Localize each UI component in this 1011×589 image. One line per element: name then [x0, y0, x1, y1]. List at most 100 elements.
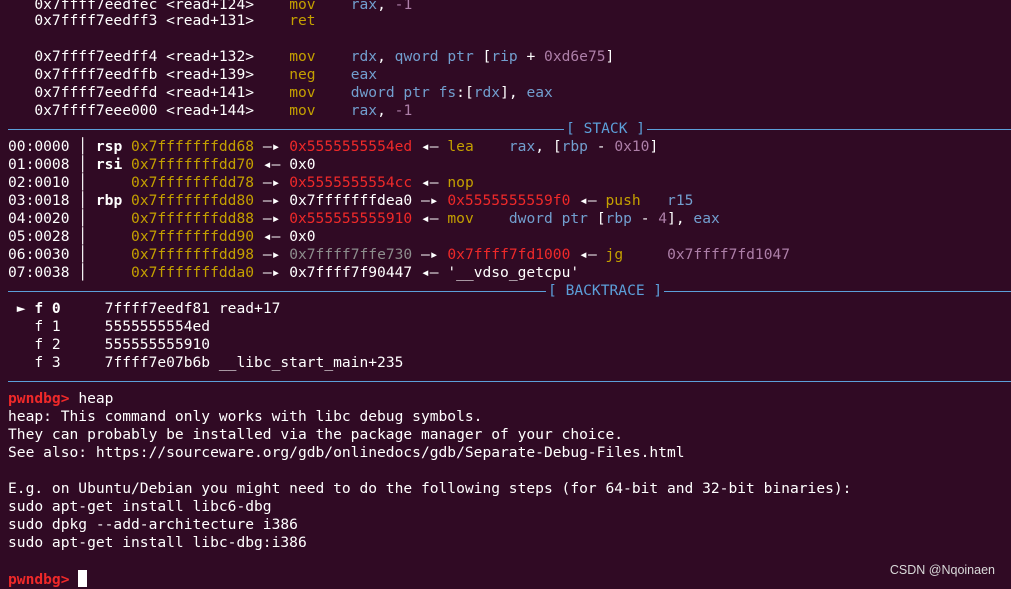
- stack-register: rsp: [95, 138, 132, 155]
- stack-register: [96, 264, 131, 281]
- disasm-mnemonic: mov: [289, 48, 316, 65]
- operand-token: ,: [377, 0, 395, 13]
- output-line: sudo apt-get install libc6-dbg: [8, 498, 272, 515]
- backtrace-frame: f 1 5555555554ed: [8, 318, 210, 336]
- operand-token: rax: [350, 0, 378, 13]
- disasm-symbol: <read+141>: [166, 84, 255, 101]
- disasm-symbol: <read+131>: [166, 12, 255, 29]
- stack-row: 03:0018 │ rbp 0x7fffffffdd80 —▸ 0x7fffff…: [8, 192, 694, 209]
- disasm-mnemonic: ret: [289, 12, 316, 29]
- operand-token: eax: [350, 66, 378, 83]
- stack-token: -: [631, 210, 659, 227]
- stack-token: rbp: [605, 210, 632, 227]
- context-end-separator: [8, 372, 1011, 390]
- disasm-line: 0x7ffff7eee000 <read+144> mov rax, -1: [8, 102, 412, 120]
- stack-value: 0x7fffffffdd78 —▸ 0x5555555554cc ◂— nop: [131, 174, 474, 191]
- input-line[interactable]: pwndbg>: [8, 570, 88, 588]
- stack-index: 07:0038: [8, 264, 70, 281]
- stack-token: 0x7fffffffdd88: [131, 210, 255, 227]
- pwndbg-prompt: pwndbg>: [8, 390, 70, 407]
- stack-token: —▸: [254, 174, 290, 191]
- disasm-address: 0x7ffff7eee000: [34, 102, 158, 119]
- stack-row: 07:0038 │ 0x7fffffffdda0 —▸ 0x7ffff7f904…: [8, 264, 580, 281]
- operand-token: rdx: [473, 84, 501, 101]
- stack-section-title: [ STACK ]: [564, 120, 648, 138]
- operand-token: eax: [526, 84, 553, 101]
- watermark: CSDN @Nqoinaen: [889, 563, 995, 577]
- stack-index: 06:0030: [8, 246, 70, 263]
- stack-token: ◂—: [570, 192, 606, 209]
- frame-symbol: read+17: [218, 300, 281, 317]
- stack-index: 02:0010: [8, 174, 70, 191]
- stack-token: nop: [447, 174, 474, 191]
- entered-command: heap: [78, 390, 114, 407]
- stack-value: 0x7fffffffdda0 —▸ 0x7ffff7f90447 ◂— '__v…: [131, 264, 579, 281]
- frame-number: f 0: [34, 300, 61, 317]
- disasm-operands: dword ptr fs:[rdx], eax: [351, 84, 553, 101]
- stack-index: 03:0018: [8, 192, 70, 209]
- operand-token: ]: [605, 48, 615, 65]
- stack-index: 05:0028: [8, 228, 70, 245]
- backtrace-frame: f 2 555555555910: [8, 336, 210, 354]
- stack-token: 0x7fffffffdda0: [131, 264, 255, 281]
- disasm-address: 0x7ffff7eedff4: [34, 48, 158, 65]
- disasm-symbol: <read+139>: [166, 66, 255, 83]
- stack-value: 0x7fffffffdd68 —▸ 0x5555555554ed ◂— lea …: [131, 138, 658, 155]
- output-line: See also: https://sourceware.org/gdb/onl…: [8, 444, 685, 461]
- backtrace-separator: [ BACKTRACE ]: [8, 282, 1011, 300]
- output-line: E.g. on Ubuntu/Debian you might need to …: [8, 480, 852, 497]
- command-line: pwndbg> heap: [8, 390, 113, 408]
- disasm-mnemonic: mov: [289, 102, 316, 119]
- stack-index: 01:0008: [8, 156, 70, 173]
- pwndbg-prompt: pwndbg>: [8, 571, 70, 588]
- stack-token: [: [587, 210, 606, 227]
- terminal-window[interactable]: 0x7ffff7eedfec <read+124> mov rax, -1 0x…: [0, 0, 1011, 589]
- stack-token: 0x7fffffffdd98: [131, 246, 255, 263]
- output-line: sudo dpkg --add-architecture i386: [8, 516, 298, 533]
- stack-register: [96, 174, 131, 191]
- backtrace-frame: f 3 7ffff7e07b6b __libc_start_main+235: [8, 354, 403, 372]
- stack-token: 0x7ffff7fd1047: [667, 246, 791, 263]
- stack-token: 0x7fffffffdd80: [131, 192, 255, 209]
- stack-token: lea: [447, 138, 474, 155]
- stack-token: rbp: [561, 138, 588, 155]
- stack-token: [623, 246, 667, 263]
- stack-token: 0x7fffffffdd90: [131, 228, 255, 245]
- text-cursor[interactable]: [78, 570, 88, 587]
- stack-value: 0x7fffffffdd80 —▸ 0x7fffffffdea0 —▸ 0x55…: [131, 192, 693, 209]
- stack-token: -: [587, 138, 615, 155]
- stack-token: 0x5555555559f0: [447, 192, 571, 209]
- stack-register: [96, 228, 131, 245]
- disasm-symbol: <read+132>: [166, 48, 255, 65]
- frame-symbol: __libc_start_main+235: [218, 354, 404, 371]
- disasm-operands: rax, -1: [351, 102, 413, 119]
- operand-token: -1: [394, 102, 413, 119]
- disasm-line: 0x7ffff7eedff4 <read+132> mov rdx, qword…: [8, 48, 614, 66]
- backtrace-section-title: [ BACKTRACE ]: [546, 282, 665, 300]
- frame-number: f 2: [34, 336, 61, 353]
- current-frame-marker-icon: ►: [8, 300, 35, 317]
- disasm-address: 0x7ffff7eedff3: [34, 12, 158, 29]
- operand-token: rdx: [350, 48, 378, 65]
- operand-token: 0xd6e75: [544, 48, 606, 65]
- backtrace-frame: ► f 0 7ffff7eedf81 read+17: [8, 300, 281, 318]
- stack-token: 0x555555555910: [289, 210, 413, 227]
- stack-token: —▸: [254, 138, 290, 155]
- stack-token: 0x7fffffffdd70: [131, 156, 255, 173]
- operand-token: ,: [377, 48, 395, 65]
- frame-address: 5555555554ed: [104, 318, 211, 335]
- stack-token: ◂— 0x0: [254, 156, 316, 173]
- stack-index: 00:0000: [8, 138, 70, 155]
- output-line: sudo apt-get install libc-dbg:i386: [8, 534, 307, 551]
- operand-token: ,: [377, 102, 395, 119]
- stack-token: push: [605, 192, 641, 209]
- stack-token: dword ptr: [508, 210, 588, 227]
- stack-token: [474, 210, 509, 227]
- stack-token: rax: [508, 138, 536, 155]
- frame-number: f 3: [34, 354, 61, 371]
- stack-register: rbp: [95, 192, 132, 209]
- disasm-address: 0x7ffff7eedffd: [34, 84, 158, 101]
- stack-row: 05:0028 │ 0x7fffffffdd90 ◂— 0x0: [8, 228, 316, 245]
- stack-register: [96, 246, 131, 263]
- disasm-line: 0x7ffff7eedffd <read+141> mov dword ptr …: [8, 84, 553, 102]
